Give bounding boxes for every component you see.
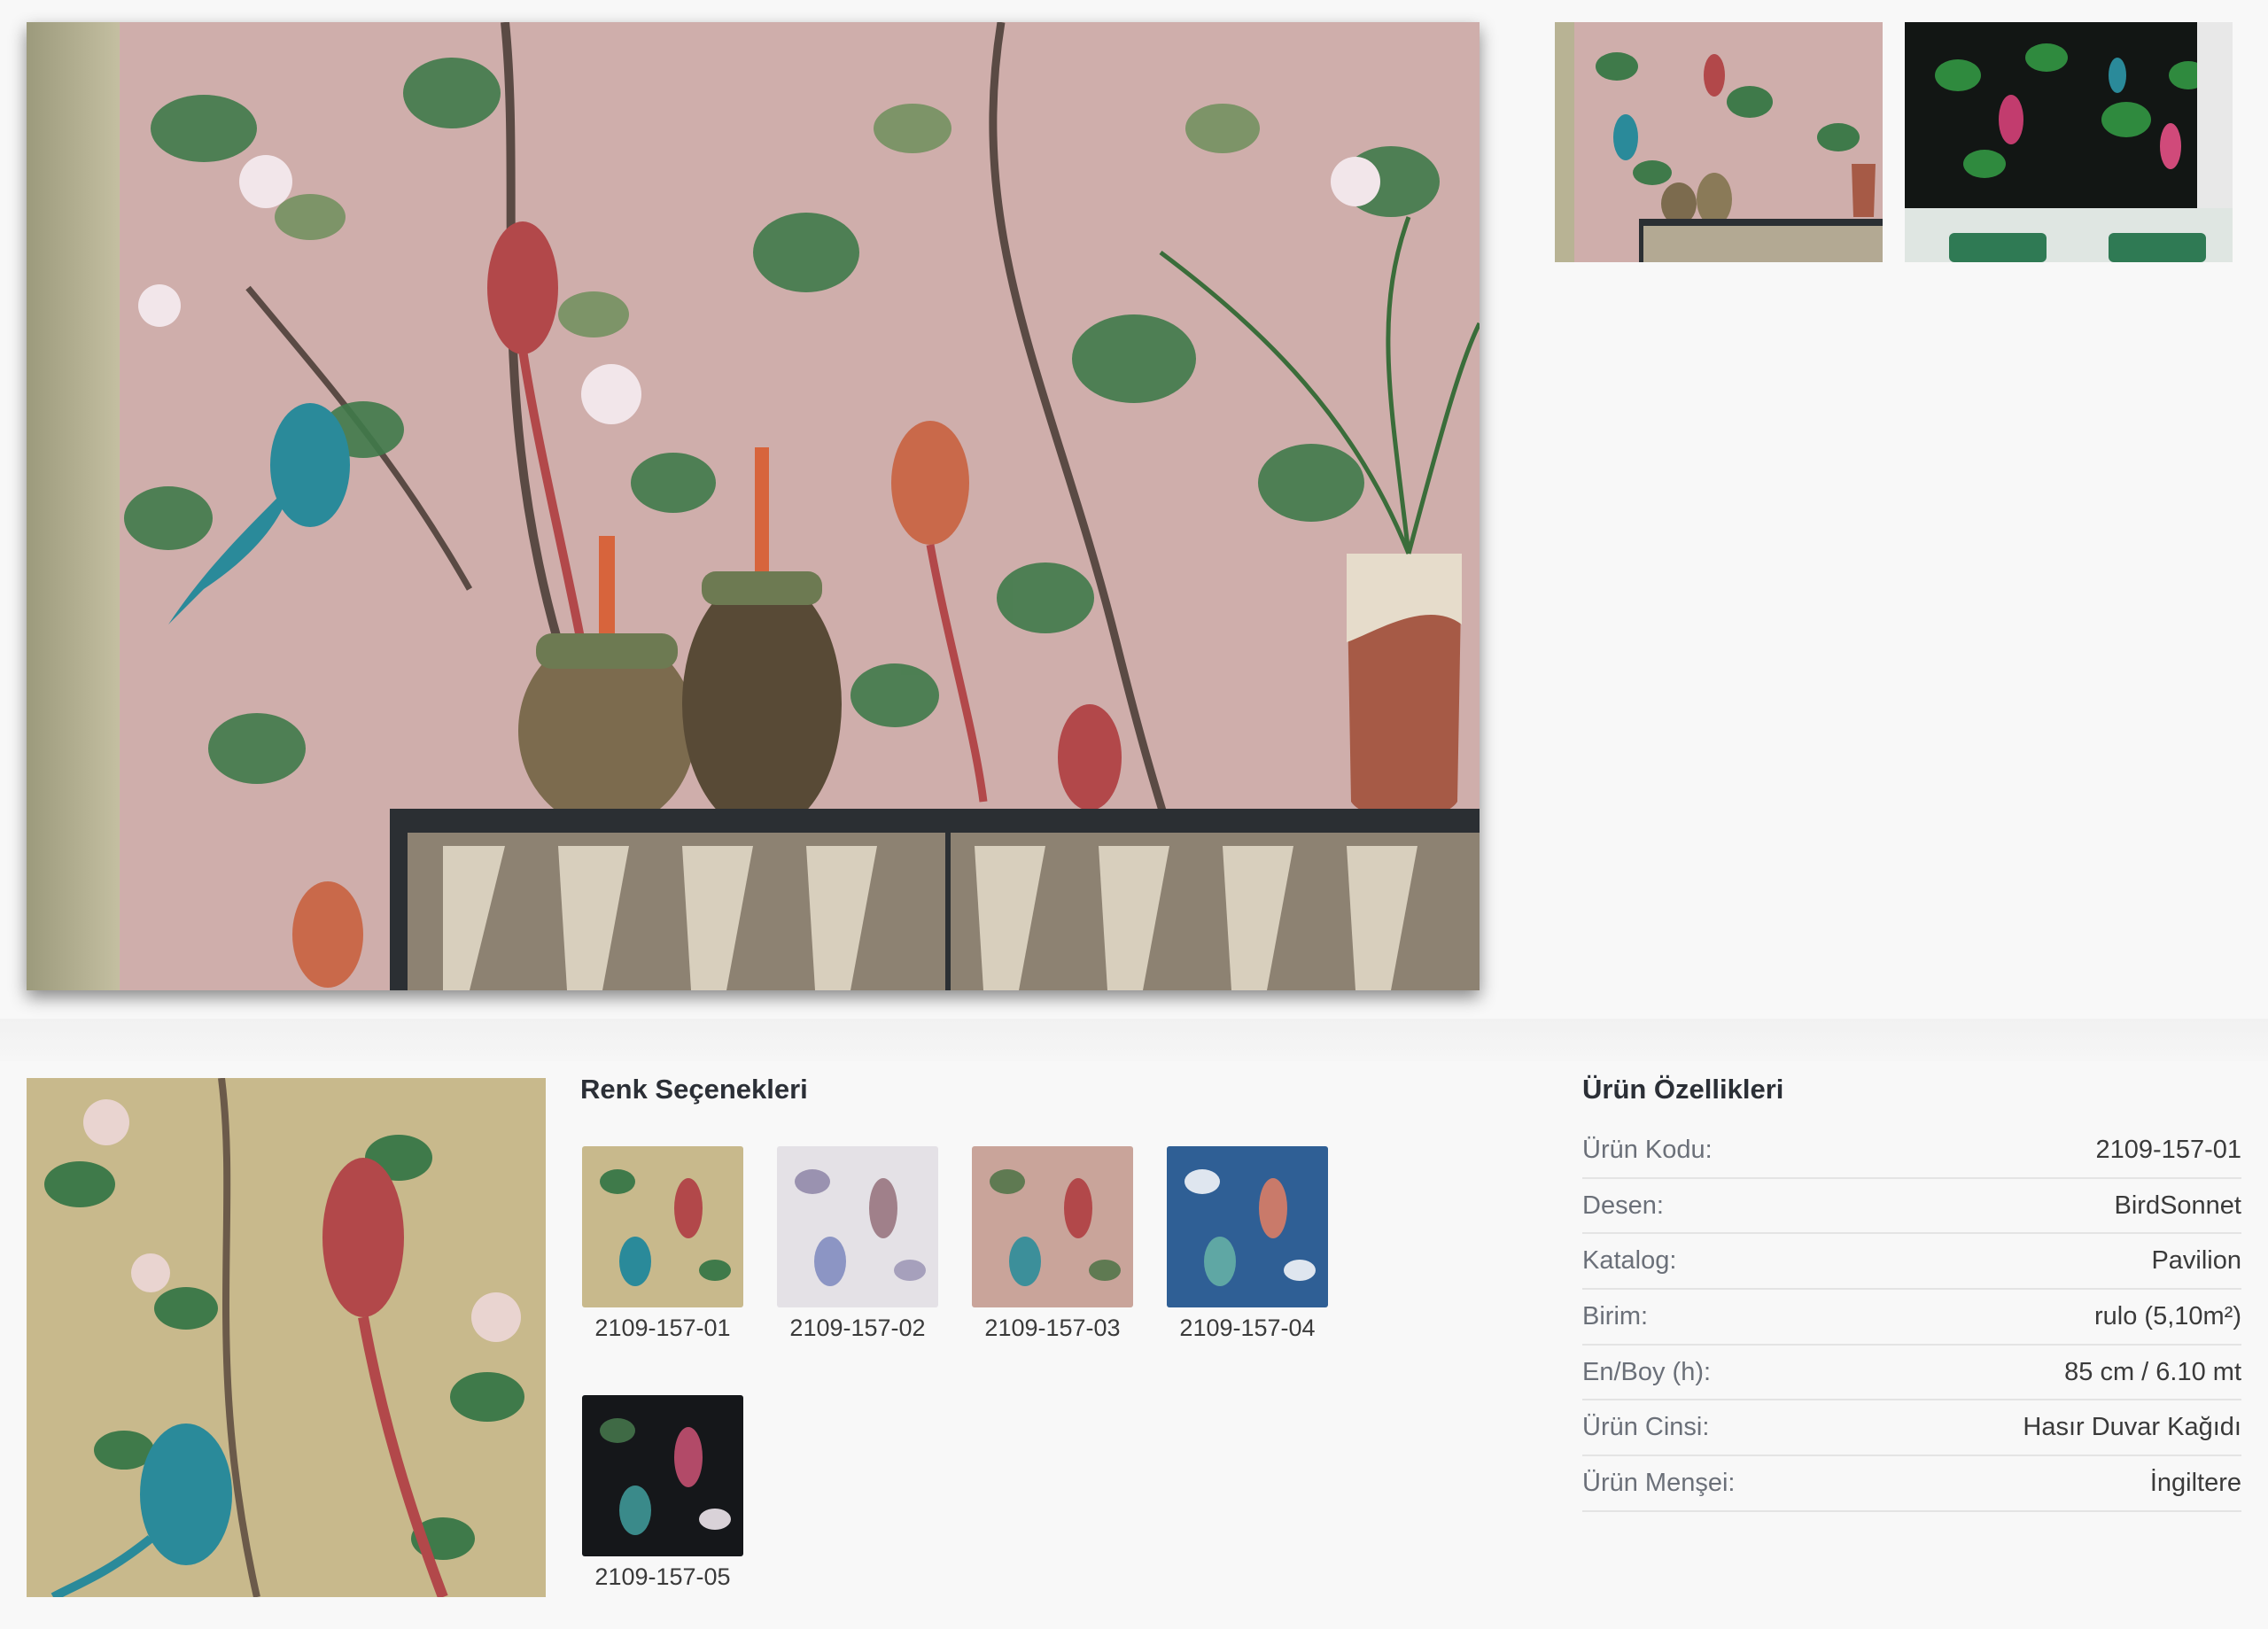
main-product-image[interactable] <box>27 22 1480 990</box>
property-value: 85 cm / 6.10 mt <box>2064 1357 2241 1386</box>
color-swatch-2109-157-05[interactable]: 2109-157-05 <box>582 1395 743 1591</box>
color-swatch-2109-157-03[interactable]: 2109-157-03 <box>972 1146 1133 1342</box>
property-label: Ürün Cinsi: <box>1582 1413 1710 1442</box>
swatch-code: 2109-157-05 <box>594 1563 731 1590</box>
color-options-title: Renk Seçenekleri <box>580 1074 808 1105</box>
product-properties-table: Ürün Kodu: 2109-157-01 Desen: BirdSonnet… <box>1582 1123 2241 1512</box>
color-swatch-2109-157-04[interactable]: 2109-157-04 <box>1167 1146 1328 1342</box>
swatch-image <box>582 1395 743 1556</box>
property-value: Pavilion <box>2151 1246 2241 1276</box>
property-label: Ürün Kodu: <box>1582 1135 1713 1164</box>
color-swatch-2109-157-02[interactable]: 2109-157-02 <box>777 1146 938 1342</box>
gallery-thumbnail-2[interactable] <box>1905 22 2233 262</box>
property-label: Katalog: <box>1582 1246 1677 1276</box>
property-row-origin: Ürün Menşei: İngiltere <box>1582 1456 2241 1512</box>
property-row-code: Ürün Kodu: 2109-157-01 <box>1582 1123 2241 1179</box>
product-page: Renk Seçenekleri 2109-157-01 2109-157-02… <box>0 0 2268 1629</box>
swatch-image <box>582 1146 743 1307</box>
property-value: rulo (5,10m²) <box>2094 1301 2241 1330</box>
property-label: En/Boy (h): <box>1582 1357 1712 1386</box>
property-value: İngiltere <box>2149 1468 2241 1497</box>
color-swatch-2109-157-01[interactable]: 2109-157-01 <box>582 1146 743 1342</box>
gallery-thumbnail-1[interactable] <box>1555 22 1883 262</box>
property-label: Ürün Menşei: <box>1582 1468 1736 1497</box>
property-value: BirdSonnet <box>2114 1191 2242 1220</box>
swatch-code: 2109-157-03 <box>984 1315 1121 1341</box>
property-row-type: Ürün Cinsi: Hasır Duvar Kağıdı <box>1582 1400 2241 1457</box>
swatch-code: 2109-157-02 <box>789 1315 926 1341</box>
property-row-pattern: Desen: BirdSonnet <box>1582 1179 2241 1235</box>
swatch-image <box>1167 1146 1328 1307</box>
property-row-catalog: Katalog: Pavilion <box>1582 1234 2241 1291</box>
swatch-image <box>777 1146 938 1307</box>
swatch-code: 2109-157-04 <box>1179 1315 1316 1341</box>
property-label: Desen: <box>1582 1191 1664 1220</box>
property-row-dimensions: En/Boy (h): 85 cm / 6.10 mt <box>1582 1346 2241 1401</box>
property-label: Birim: <box>1582 1301 1649 1330</box>
section-divider <box>0 1019 2268 1061</box>
property-row-unit: Birim: rulo (5,10m²) <box>1582 1290 2241 1346</box>
property-value: 2109-157-01 <box>2095 1135 2241 1164</box>
pattern-detail-image[interactable] <box>27 1078 546 1597</box>
product-properties-title: Ürün Özellikleri <box>1582 1074 1784 1105</box>
property-value: Hasır Duvar Kağıdı <box>2023 1413 2241 1442</box>
swatch-code: 2109-157-01 <box>594 1315 731 1341</box>
swatch-image <box>972 1146 1133 1307</box>
